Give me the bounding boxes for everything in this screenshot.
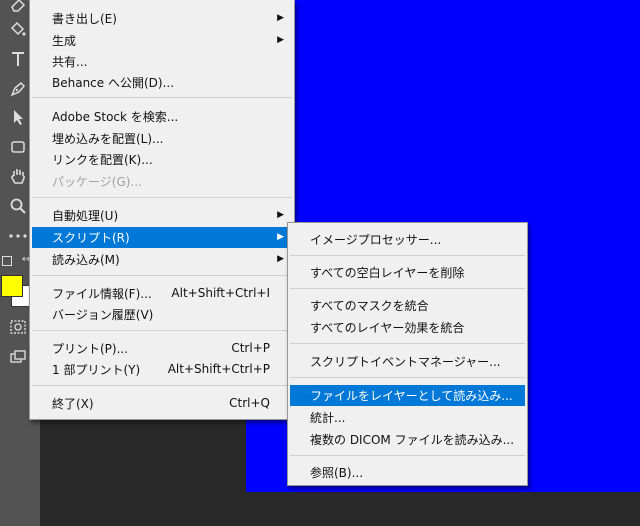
menu-item-print[interactable]: プリント(P)... Ctrl+P	[32, 338, 292, 359]
menu-item-adobe-stock[interactable]: Adobe Stock を検索...	[32, 106, 292, 127]
submenu-arrow-icon: ▶	[277, 210, 284, 220]
menu-separator	[32, 97, 292, 98]
menu-separator	[32, 330, 292, 331]
menu-item-label: パッケージ(G)...	[52, 175, 142, 189]
menu-shortcut: Ctrl+P	[231, 341, 270, 355]
menu-item-label: 書き出し(E)	[52, 12, 117, 26]
menu-item-label: 1 部プリント(Y)	[52, 363, 141, 377]
menu-item-place-linked[interactable]: リンクを配置(K)...	[32, 149, 292, 170]
menu-separator	[290, 288, 525, 289]
menu-item-label: すべてのレイヤー効果を統合	[310, 321, 465, 335]
menu-item-flatten-all-masks[interactable]: すべてのマスクを統合	[290, 295, 525, 316]
menu-item-delete-empty-layers[interactable]: すべての空白レイヤーを削除	[290, 262, 525, 283]
menu-separator	[290, 343, 525, 344]
menu-item-label: 生成	[52, 34, 77, 48]
menu-item-label: 読み込み(M)	[52, 253, 120, 267]
menu-item-label: イメージプロセッサー...	[310, 233, 442, 247]
menu-item-label: 参照(B)...	[310, 466, 364, 480]
menu-separator	[32, 275, 292, 276]
menu-item-place-embedded[interactable]: 埋め込みを配置(L)...	[32, 128, 292, 149]
menu-item-behance[interactable]: Behance へ公開(D)...	[32, 72, 292, 93]
menu-item-label: ファイルをレイヤーとして読み込み...	[310, 389, 513, 403]
menu-item-scripts[interactable]: スクリプト(R) ▶	[32, 227, 292, 248]
menu-separator	[32, 385, 292, 386]
submenu-arrow-icon: ▶	[277, 13, 284, 23]
menu-item-export[interactable]: 書き出し(E) ▶	[32, 8, 292, 29]
menu-item-print-one-copy[interactable]: 1 部プリント(Y) Alt+Shift+Ctrl+P	[32, 359, 292, 380]
menu-item-label: バージョン履歴(V)	[52, 308, 154, 322]
menu-item-label: スクリプトイベントマネージャー...	[310, 355, 501, 369]
menu-item-label: Behance へ公開(D)...	[52, 76, 175, 90]
foreground-color-swatch[interactable]	[1, 275, 23, 297]
menu-item-load-dicom-files[interactable]: 複数の DICOM ファイルを読み込み...	[290, 429, 525, 450]
menu-item-generate[interactable]: 生成 ▶	[32, 30, 292, 51]
menu-item-browse[interactable]: 参照(B)...	[290, 462, 525, 483]
menu-item-exit[interactable]: 終了(X) Ctrl+Q	[32, 393, 292, 414]
scripts-submenu: イメージプロセッサー... すべての空白レイヤーを削除 すべてのマスクを統合 す…	[287, 222, 528, 486]
menu-item-label: プリント(P)...	[52, 342, 129, 356]
menu-item-label: 統計...	[310, 411, 346, 425]
submenu-arrow-icon: ▶	[277, 254, 284, 264]
menu-item-label: 共有...	[52, 55, 88, 69]
menu-item-label: 複数の DICOM ファイルを読み込み...	[310, 433, 515, 447]
menu-item-label: すべてのマスクを統合	[310, 299, 429, 313]
submenu-arrow-icon: ▶	[277, 35, 284, 45]
menu-item-label: リンクを配置(K)...	[52, 153, 153, 167]
menu-item-label: スクリプト(R)	[52, 231, 130, 245]
menu-item-automate[interactable]: 自動処理(U) ▶	[32, 205, 292, 226]
menu-item-image-processor[interactable]: イメージプロセッサー...	[290, 229, 525, 250]
menu-item-label: 終了(X)	[52, 397, 94, 411]
menu-separator	[290, 255, 525, 256]
menu-item-version-history[interactable]: バージョン履歴(V)	[32, 304, 292, 325]
menu-item-label: 自動処理(U)	[52, 209, 119, 223]
menu-separator	[32, 197, 292, 198]
menu-shortcut: Ctrl+Q	[229, 396, 270, 410]
menu-item-statistics[interactable]: 統計...	[290, 407, 525, 428]
menu-item-share[interactable]: 共有...	[32, 51, 292, 72]
menu-item-flatten-layer-effects[interactable]: すべてのレイヤー効果を統合	[290, 317, 525, 338]
menu-item-file-info[interactable]: ファイル情報(F)... Alt+Shift+Ctrl+I	[32, 283, 292, 304]
menu-item-label: Adobe Stock を検索...	[52, 110, 179, 124]
menu-item-load-files-into-stack[interactable]: ファイルをレイヤーとして読み込み...	[290, 385, 525, 406]
menu-separator	[290, 455, 525, 456]
menu-item-package: パッケージ(G)...	[32, 171, 292, 192]
file-menu: 書き出し(E) ▶ 生成 ▶ 共有... Behance へ公開(D)... A…	[29, 0, 295, 420]
menu-shortcut: Alt+Shift+Ctrl+P	[167, 362, 270, 376]
submenu-arrow-icon: ▶	[277, 232, 284, 242]
menu-item-label: すべての空白レイヤーを削除	[310, 266, 465, 280]
menu-item-import[interactable]: 読み込み(M) ▶	[32, 249, 292, 270]
default-colors-icon[interactable]	[2, 256, 12, 266]
menu-item-label: 埋め込みを配置(L)...	[52, 132, 164, 146]
menu-separator	[290, 377, 525, 378]
menu-item-label: ファイル情報(F)...	[52, 287, 152, 301]
menu-shortcut: Alt+Shift+Ctrl+I	[171, 286, 270, 300]
menu-item-script-events-manager[interactable]: スクリプトイベントマネージャー...	[290, 351, 525, 372]
